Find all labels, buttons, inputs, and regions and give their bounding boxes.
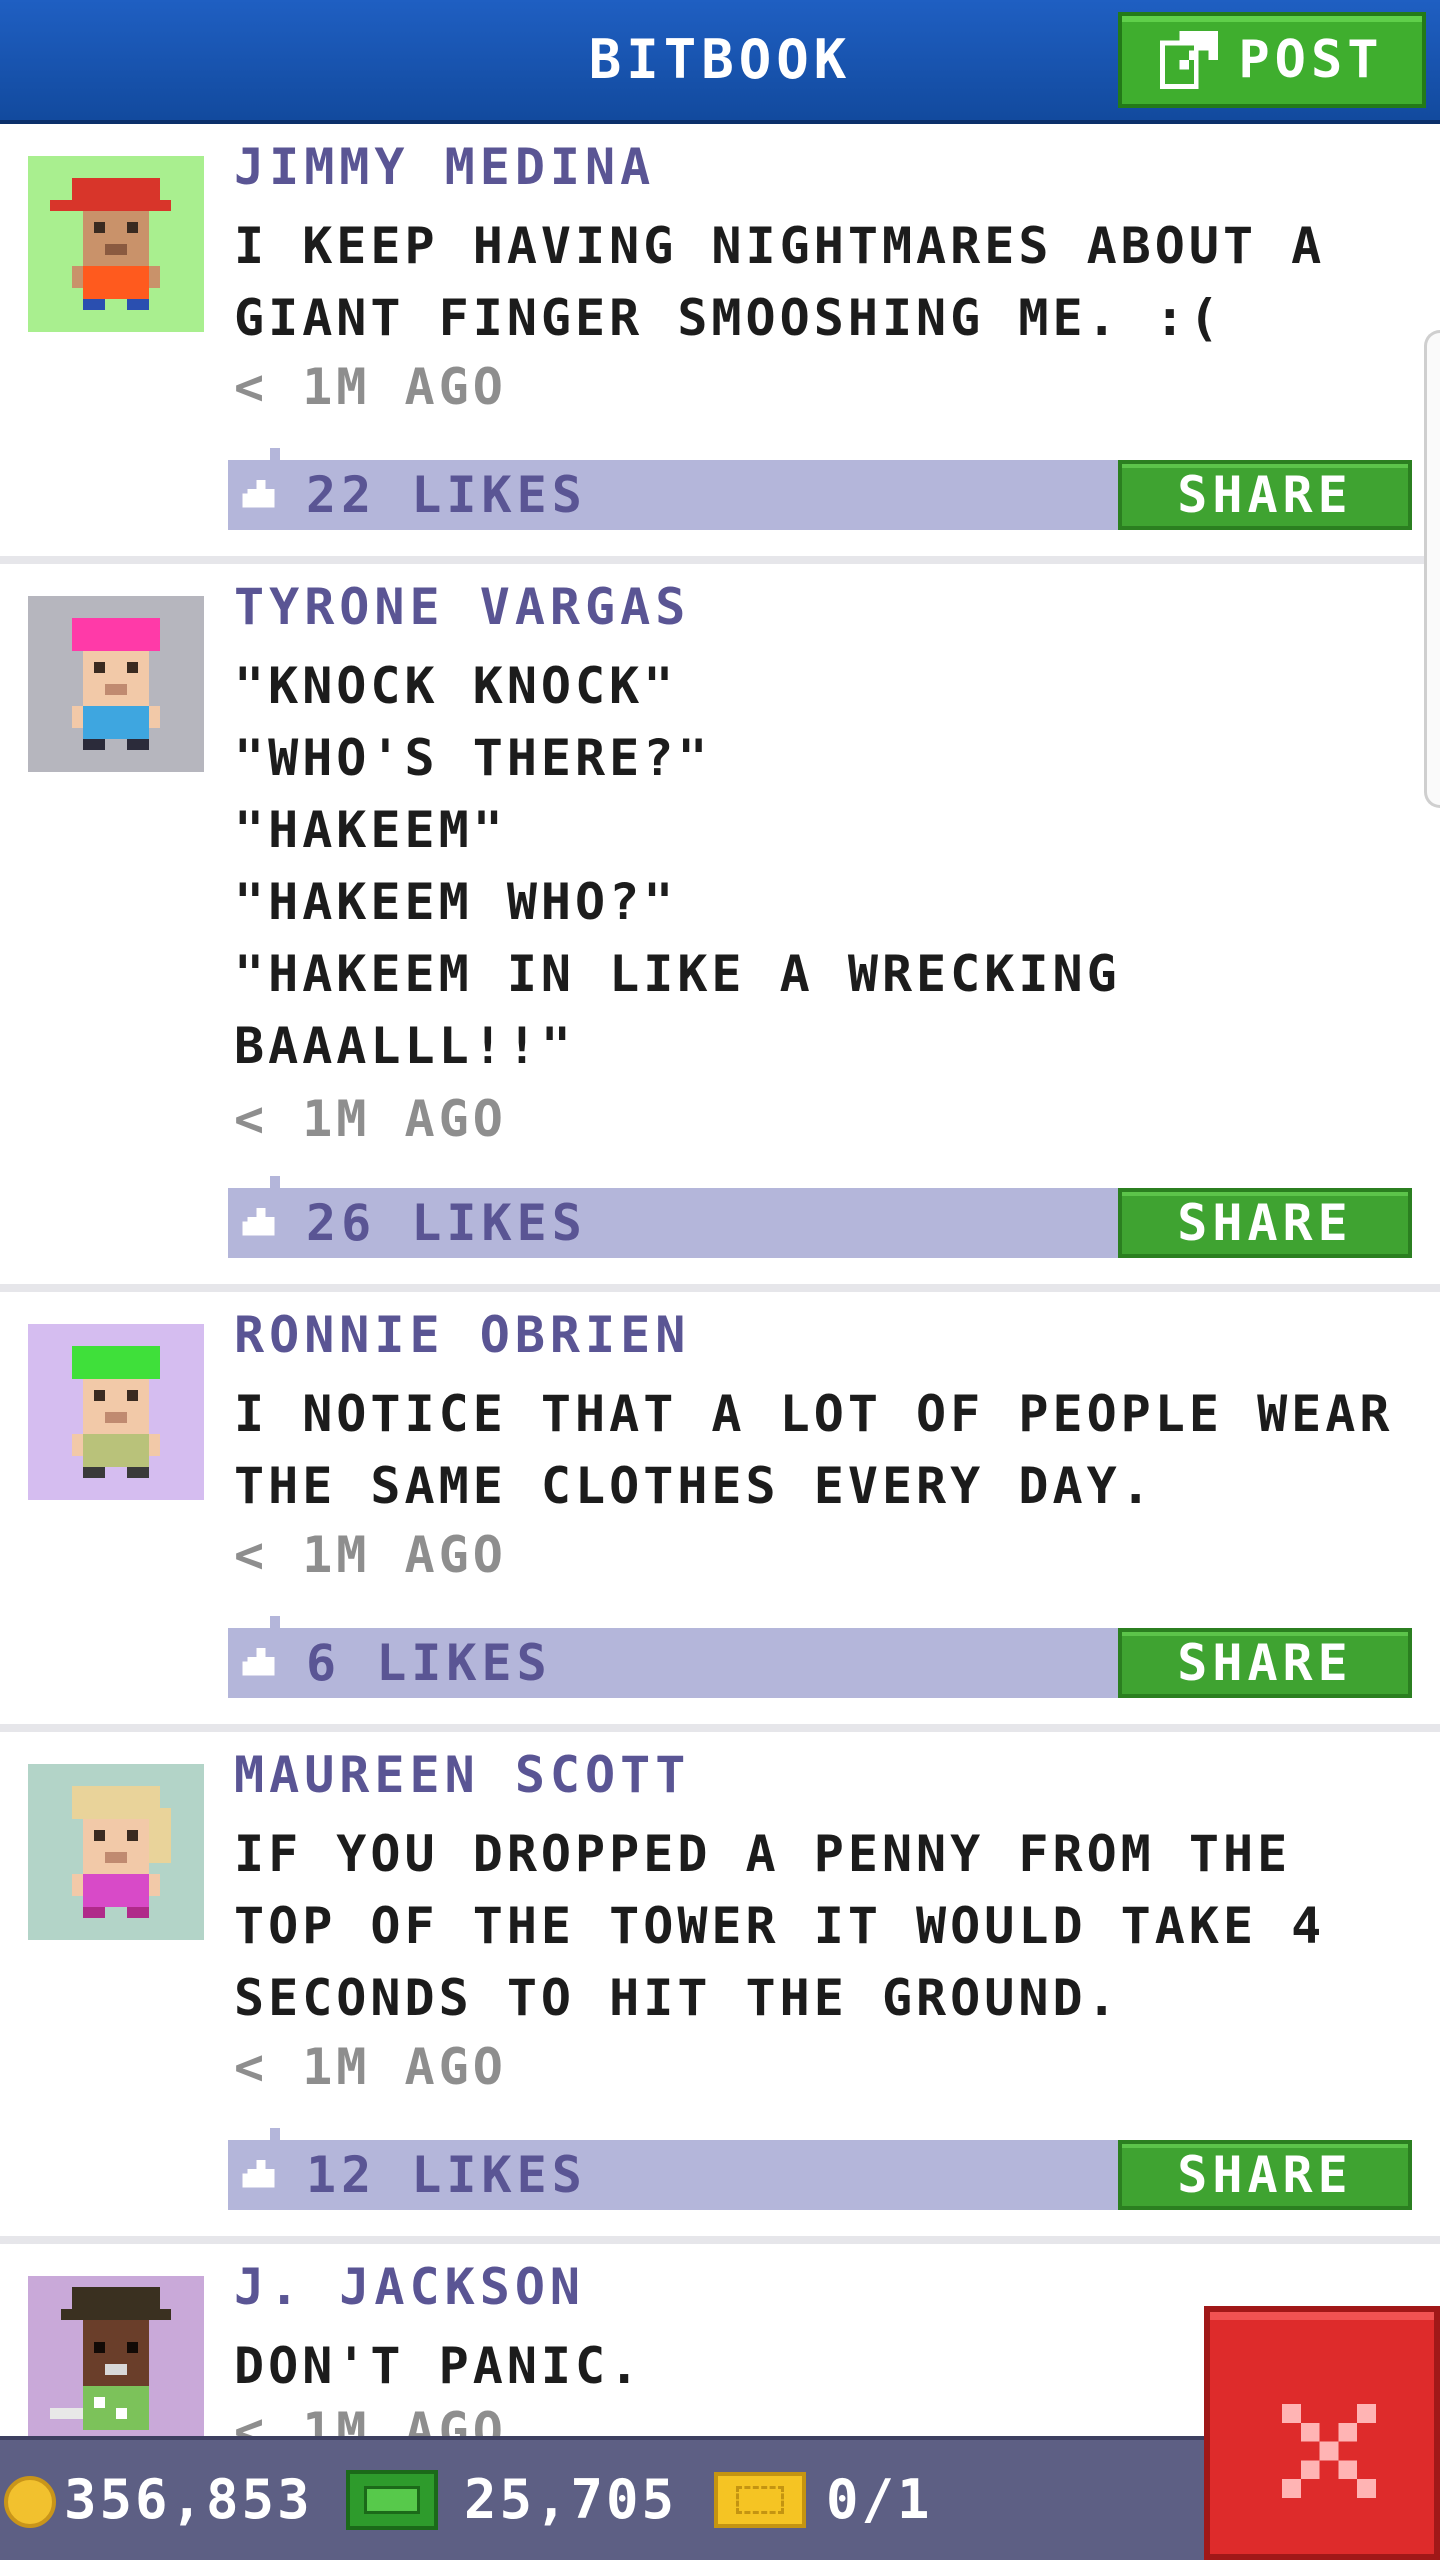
ticket-count: 0/1 xyxy=(826,2468,933,2531)
share-button[interactable]: SHARE xyxy=(1118,2140,1412,2210)
scroll-indicator[interactable] xyxy=(1424,330,1440,808)
post-time: < 1M AGO xyxy=(234,2402,507,2436)
feed-post: JIMMY MEDINA I KEEP HAVING NIGHTMARES AB… xyxy=(0,124,1440,564)
like-bar: 12 LIKES SHARE xyxy=(228,2128,1412,2210)
like-bar-tab xyxy=(270,1176,280,1188)
like-count: 12 LIKES xyxy=(306,2146,587,2204)
post-author[interactable]: J. JACKSON xyxy=(234,2258,585,2316)
like-count: 22 LIKES xyxy=(306,466,587,524)
top-bar: BITBOOK POST xyxy=(0,0,1440,124)
post-time: < 1M AGO xyxy=(234,2038,507,2096)
post-text: I KEEP HAVING NIGHTMARES ABOUT A GIANT F… xyxy=(234,217,1326,347)
avatar xyxy=(28,1764,204,1940)
close-icon xyxy=(1282,2404,1376,2498)
edit-icon xyxy=(1160,31,1219,89)
bux-count: 25,705 xyxy=(464,2468,678,2531)
post-author[interactable]: MAUREEN SCOTT xyxy=(234,1746,690,1804)
feed-post: RONNIE OBRIEN I NOTICE THAT A LOT OF PEO… xyxy=(0,1292,1440,1732)
like-count: 6 LIKES xyxy=(306,1634,552,1692)
coin-icon xyxy=(4,2476,56,2528)
close-button[interactable] xyxy=(1204,2306,1440,2560)
post-time: < 1M AGO xyxy=(234,1090,507,1148)
like-bar-tab xyxy=(270,1616,280,1628)
thumbs-up-icon[interactable] xyxy=(242,1208,280,1240)
post-author[interactable]: TYRONE VARGAS xyxy=(234,578,690,636)
thumbs-up-icon[interactable] xyxy=(242,1648,280,1680)
share-button[interactable]: SHARE xyxy=(1118,1188,1412,1258)
like-bar: 6 LIKES SHARE xyxy=(228,1616,1412,1698)
thumbs-up-icon[interactable] xyxy=(242,480,280,512)
post-time: < 1M AGO xyxy=(234,1526,507,1584)
coin-count: 356,853 xyxy=(64,2468,313,2531)
post-button-label: POST xyxy=(1238,30,1384,90)
ticket-icon xyxy=(714,2472,806,2528)
feed-post: TYRONE VARGAS "KNOCK KNOCK" "WHO'S THERE… xyxy=(0,564,1440,1292)
like-bar-tab xyxy=(270,448,280,460)
avatar xyxy=(28,2276,204,2436)
like-count: 26 LIKES xyxy=(306,1194,587,1252)
post-text: I NOTICE THAT A LOT OF PEOPLE WEAR THE S… xyxy=(234,1385,1394,1515)
post-author[interactable]: JIMMY MEDINA xyxy=(234,138,655,196)
like-bar-tab xyxy=(270,2128,280,2140)
like-bar: 22 LIKES SHARE xyxy=(228,448,1412,530)
post-text: "KNOCK KNOCK" "WHO'S THERE?" "HAKEEM" "H… xyxy=(234,657,1121,1075)
post-time: < 1M AGO xyxy=(234,358,507,416)
avatar xyxy=(28,156,204,332)
feed-post: MAUREEN SCOTT IF YOU DROPPED A PENNY FRO… xyxy=(0,1732,1440,2244)
post-author[interactable]: RONNIE OBRIEN xyxy=(234,1306,690,1364)
avatar xyxy=(28,596,204,772)
post-text: IF YOU DROPPED A PENNY FROM THE TOP OF T… xyxy=(234,1825,1326,2027)
share-button[interactable]: SHARE xyxy=(1118,460,1412,530)
thumbs-up-icon[interactable] xyxy=(242,2160,280,2192)
bux-icon xyxy=(346,2470,438,2530)
like-bar: 26 LIKES SHARE xyxy=(228,1176,1412,1258)
avatar xyxy=(28,1324,204,1500)
share-button[interactable]: SHARE xyxy=(1118,1628,1412,1698)
post-button[interactable]: POST xyxy=(1118,12,1426,108)
